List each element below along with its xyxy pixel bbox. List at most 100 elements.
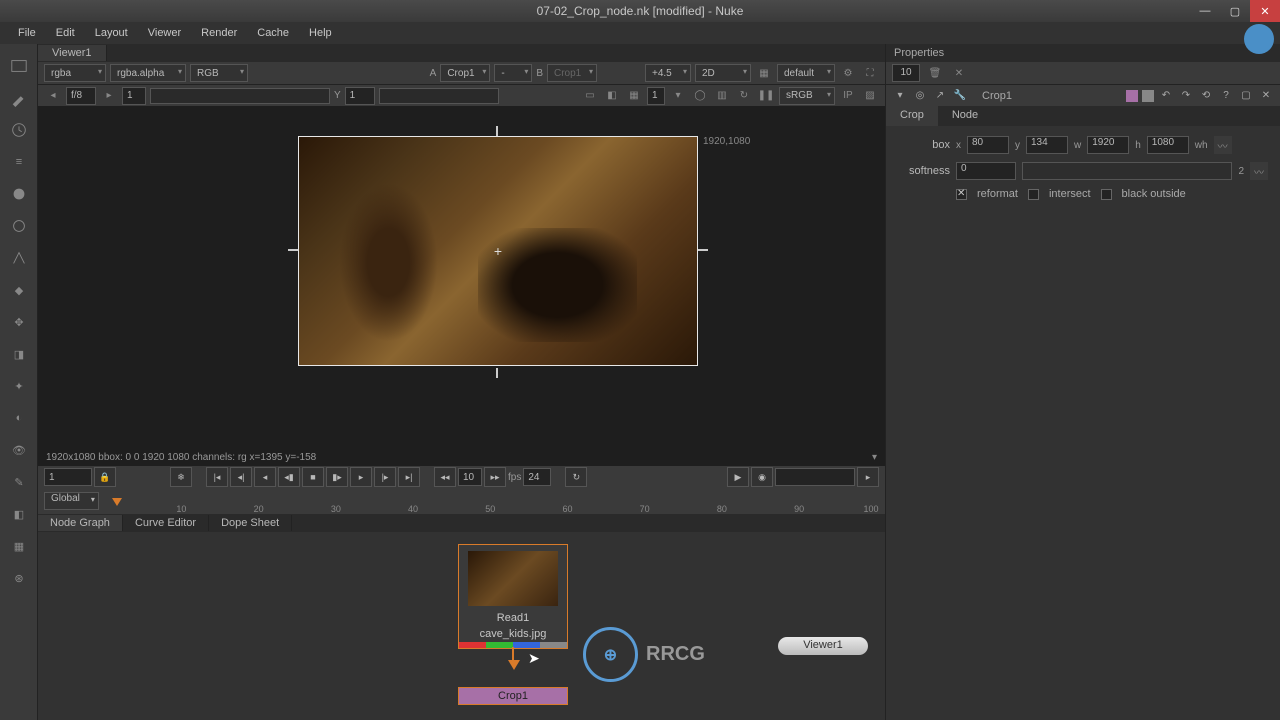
crop-frame[interactable]: +	[298, 136, 698, 366]
channel-dropdown[interactable]: rgba	[44, 64, 106, 82]
proxy-toggle-icon[interactable]: ▦	[755, 64, 773, 82]
box-x-input[interactable]: 80	[967, 136, 1009, 154]
right-handle[interactable]	[698, 249, 708, 251]
menu-cache[interactable]: Cache	[247, 27, 299, 39]
rgb-dropdown[interactable]: RGB	[190, 64, 248, 82]
zebra2-icon[interactable]: ▨	[861, 87, 879, 105]
ip-icon[interactable]: IP	[839, 87, 857, 105]
toolsets-tool-icon[interactable]: ◧	[0, 498, 38, 530]
image-tool-icon[interactable]	[0, 50, 38, 82]
user-avatar-icon[interactable]	[1244, 24, 1274, 54]
softness-input[interactable]: 0	[956, 162, 1016, 180]
tab-curve-editor[interactable]: Curve Editor	[123, 515, 209, 531]
all-plugins-tool-icon[interactable]: ⊛	[0, 562, 38, 594]
collapse-icon[interactable]: ▾	[892, 88, 908, 104]
fps-input[interactable]: 24	[523, 468, 551, 486]
next-frame-icon[interactable]: ▸	[100, 87, 118, 105]
timeline-ruler[interactable]: 10 20 30 40 50 60 70 80 90 100	[107, 490, 879, 514]
deep-tool-icon[interactable]: ◐	[0, 402, 38, 434]
refresh-icon[interactable]: ↻	[735, 87, 753, 105]
props-count[interactable]: 10	[892, 64, 920, 82]
menu-help[interactable]: Help	[299, 27, 342, 39]
tab-crop[interactable]: Crop	[886, 106, 938, 126]
skip-back-icon[interactable]: ◂◂	[434, 467, 456, 487]
left-handle[interactable]	[288, 249, 298, 251]
timeline-playhead[interactable]	[112, 498, 122, 506]
clear-all-icon[interactable]: 🗑	[926, 64, 944, 82]
prev-frame-icon[interactable]: ◂	[44, 87, 62, 105]
flipbook-icon[interactable]: ▸	[857, 467, 879, 487]
filter-tool-icon[interactable]	[0, 210, 38, 242]
gain-dropdown[interactable]: +4.5	[645, 64, 691, 82]
overscan-icon[interactable]: ◯	[691, 87, 709, 105]
close-all-icon[interactable]: ✕	[950, 64, 968, 82]
channel-tool-icon[interactable]: ≡	[0, 146, 38, 178]
keyer-tool-icon[interactable]	[0, 242, 38, 274]
roi-icon[interactable]: ▭	[581, 87, 599, 105]
softness-slider[interactable]	[1022, 162, 1232, 180]
node-graph-canvas[interactable]: Read1 cave_kids.jpg Crop1 Viewer1 ⊕ RRCG…	[38, 532, 885, 720]
prev-key-icon[interactable]: ◂|	[230, 467, 252, 487]
proxy-dropdown[interactable]: default	[777, 64, 835, 82]
tab-node-graph[interactable]: Node Graph	[38, 515, 123, 531]
step-fwd-icon[interactable]: ▮▸	[326, 467, 348, 487]
fstop-input[interactable]: f/8	[66, 87, 96, 105]
revert-icon[interactable]: ⟲	[1198, 88, 1214, 104]
color-tool-icon[interactable]	[0, 178, 38, 210]
float-icon[interactable]: ▢	[1238, 88, 1254, 104]
menu-viewer[interactable]: Viewer	[138, 27, 191, 39]
box-w-input[interactable]: 1920	[1087, 136, 1129, 154]
transform-tool-icon[interactable]: ✥	[0, 306, 38, 338]
gamma-input[interactable]: 1	[345, 87, 375, 105]
read-node[interactable]: Read1 cave_kids.jpg	[458, 544, 568, 649]
snowflake-icon[interactable]: ❄	[170, 467, 192, 487]
help-icon[interactable]: ?	[1218, 88, 1234, 104]
merge-tool-icon[interactable]: ◆	[0, 274, 38, 306]
skip-fwd-icon[interactable]: ▸▸	[484, 467, 506, 487]
maximize-button[interactable]: ▢	[1220, 0, 1250, 22]
particles-tool-icon[interactable]: ✦	[0, 370, 38, 402]
menu-edit[interactable]: Edit	[46, 27, 85, 39]
a-input-dropdown[interactable]: Crop1	[440, 64, 490, 82]
viewer-node[interactable]: Viewer1	[778, 637, 868, 655]
color-chip-icon[interactable]	[1126, 90, 1138, 102]
timeline-scope-dropdown[interactable]: Global	[44, 492, 99, 510]
viewer-tab[interactable]: Viewer1	[38, 45, 107, 61]
viewer-canvas[interactable]: + 1920,1080	[38, 106, 885, 448]
skip-input[interactable]: 10	[458, 468, 482, 486]
clip-icon[interactable]: ◧	[603, 87, 621, 105]
bottom-handle[interactable]	[496, 368, 498, 378]
play-back-icon[interactable]: ◂	[254, 467, 276, 487]
animate2-icon[interactable]: 〰	[1250, 162, 1268, 180]
last-frame-icon[interactable]: ▸|	[398, 467, 420, 487]
wrench-icon[interactable]: 🔧	[952, 88, 968, 104]
top-handle[interactable]	[496, 126, 498, 136]
play-fwd-icon[interactable]: ▸	[350, 467, 372, 487]
metadata-tool-icon[interactable]: ✎	[0, 466, 38, 498]
menu-file[interactable]: File	[8, 27, 46, 39]
format-icon[interactable]: ▦	[625, 87, 643, 105]
draw-tool-icon[interactable]	[0, 82, 38, 114]
tab-node[interactable]: Node	[938, 106, 992, 126]
expand-icon[interactable]: ⛶	[861, 64, 879, 82]
views-tool-icon[interactable]: 👁	[0, 434, 38, 466]
menu-layout[interactable]: Layout	[85, 27, 138, 39]
fullscreen-icon[interactable]: ▶	[727, 467, 749, 487]
downrez-input[interactable]: 1	[647, 87, 665, 105]
stop-icon[interactable]: ■	[302, 467, 324, 487]
gamma-slider[interactable]	[379, 88, 499, 104]
record-icon[interactable]: ◉	[751, 467, 773, 487]
gain-slider[interactable]	[150, 88, 330, 104]
tab-dope-sheet[interactable]: Dope Sheet	[209, 515, 292, 531]
b-input-dropdown[interactable]: Crop1	[547, 64, 597, 82]
crop-node[interactable]: Crop1	[458, 687, 568, 705]
zebra-icon[interactable]: ▥	[713, 87, 731, 105]
wipe-dropdown[interactable]: -	[494, 64, 532, 82]
loop-icon[interactable]: ↻	[565, 467, 587, 487]
color-chip2-icon[interactable]	[1142, 90, 1154, 102]
pause-icon[interactable]: ❚❚	[757, 87, 775, 105]
other-tool-icon[interactable]: ▦	[0, 530, 38, 562]
mode-dropdown[interactable]: 2D	[695, 64, 751, 82]
downrez-arrow-icon[interactable]: ▾	[669, 87, 687, 105]
frame-input[interactable]: 1	[122, 87, 146, 105]
